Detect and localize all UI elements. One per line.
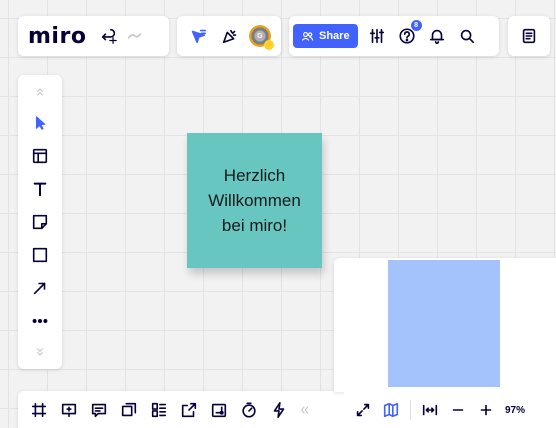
zoom-out-icon[interactable] bbox=[445, 397, 471, 423]
bottom-toolbar bbox=[18, 391, 352, 428]
lightning-badge-icon: ⚡ bbox=[264, 40, 274, 50]
redo-button[interactable] bbox=[122, 23, 148, 49]
sliders-icon bbox=[369, 28, 384, 44]
top-left-panel: miro bbox=[18, 16, 169, 56]
miro-logo[interactable]: miro bbox=[22, 24, 92, 49]
users-icon bbox=[301, 31, 314, 41]
upload-icon[interactable] bbox=[206, 397, 232, 423]
text-icon[interactable] bbox=[27, 176, 53, 202]
cursor-flag-button[interactable] bbox=[185, 23, 211, 49]
fit-to-screen-icon[interactable] bbox=[417, 397, 443, 423]
notes-list-icon bbox=[522, 28, 536, 44]
search-icon bbox=[460, 29, 474, 44]
sticky-note-icon[interactable] bbox=[27, 209, 53, 235]
zoom-level[interactable]: 97% bbox=[501, 405, 529, 416]
select-cursor-icon[interactable] bbox=[27, 110, 53, 136]
zoom-in-icon[interactable] bbox=[473, 397, 499, 423]
board-list-button[interactable] bbox=[516, 23, 542, 49]
share-button[interactable]: Share bbox=[293, 24, 358, 48]
frames-icon[interactable] bbox=[26, 397, 52, 423]
bell-icon bbox=[429, 29, 444, 44]
presentation-icon[interactable] bbox=[56, 397, 82, 423]
search-button[interactable] bbox=[454, 23, 480, 49]
board-menu-panel bbox=[508, 16, 550, 56]
settings-sliders-button[interactable] bbox=[364, 23, 390, 49]
celebrate-button[interactable] bbox=[217, 23, 243, 49]
shape-icon[interactable] bbox=[27, 242, 53, 268]
notifications-button[interactable] bbox=[424, 23, 450, 49]
avatar-initial: G bbox=[257, 32, 263, 40]
share-label: Share bbox=[319, 30, 350, 42]
undo-button[interactable] bbox=[96, 23, 122, 49]
comments-icon[interactable] bbox=[86, 397, 112, 423]
connection-line-icon[interactable] bbox=[27, 275, 53, 301]
cursor-flag-icon bbox=[191, 29, 207, 44]
map-icon[interactable] bbox=[378, 397, 404, 423]
party-popper-icon bbox=[222, 29, 237, 44]
top-right-panel: Share 8 bbox=[289, 16, 499, 56]
toolbar-divider bbox=[410, 400, 411, 420]
minimap[interactable] bbox=[334, 258, 556, 392]
lightning-icon[interactable] bbox=[266, 397, 292, 423]
more-tools-icon[interactable] bbox=[27, 308, 53, 334]
sticky-note[interactable]: Herzlich Willkommen bei miro! bbox=[187, 133, 322, 268]
user-avatar[interactable]: G ⚡ bbox=[249, 25, 274, 50]
embed-icon[interactable] bbox=[176, 397, 202, 423]
collapse-up-icon[interactable] bbox=[27, 81, 53, 103]
redo-icon bbox=[128, 33, 142, 39]
undo-icon bbox=[102, 28, 118, 44]
templates-icon[interactable] bbox=[27, 143, 53, 169]
cards-icon[interactable] bbox=[116, 397, 142, 423]
timer-icon[interactable] bbox=[236, 397, 262, 423]
help-button[interactable]: 8 bbox=[394, 20, 422, 49]
collaboration-panel: G ⚡ bbox=[177, 16, 281, 56]
left-toolbar bbox=[18, 75, 62, 369]
expand-down-icon[interactable] bbox=[27, 341, 53, 363]
help-badge: 8 bbox=[410, 20, 422, 31]
fullscreen-icon[interactable] bbox=[350, 397, 376, 423]
collapse-left-icon[interactable] bbox=[296, 397, 312, 423]
zoom-controls: 97% bbox=[344, 392, 556, 428]
kanban-icon[interactable] bbox=[146, 397, 172, 423]
minimap-viewport[interactable] bbox=[388, 260, 500, 387]
